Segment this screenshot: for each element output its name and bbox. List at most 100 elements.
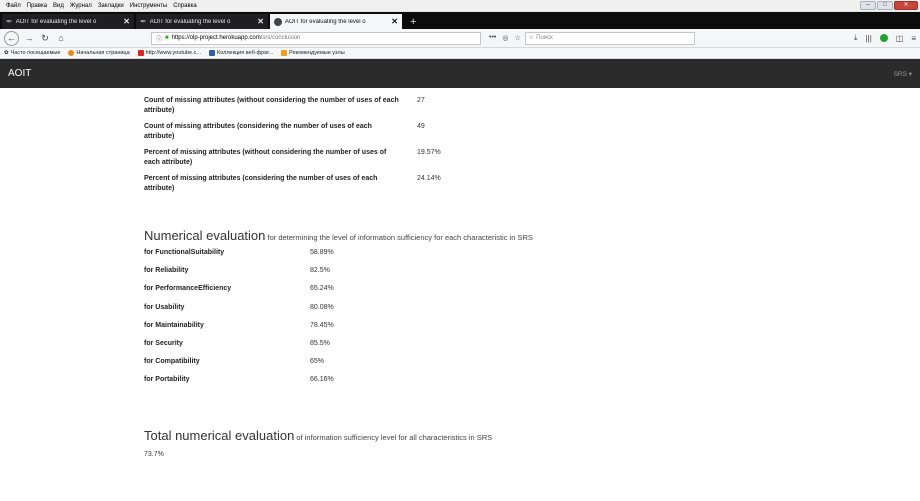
address-bar[interactable]: ⓘ ■ https://olp-project.herokuapp.com/sr… [151, 31, 481, 45]
site-icon [274, 17, 282, 26]
characteristic-label: for Security [144, 340, 183, 347]
srs-dropdown[interactable]: SRS ▾ [894, 70, 912, 78]
maximize-button[interactable]: □ [877, 1, 893, 10]
downloads-icon[interactable]: ⤓ [854, 33, 858, 43]
characteristic-value: 78.45% [310, 322, 334, 329]
home-icon[interactable]: ⌂ [55, 32, 67, 44]
menu-view[interactable]: Вид [50, 3, 67, 9]
back-arrow-icon[interactable]: ← [4, 30, 19, 46]
bookmark-youtube[interactable]: http://www.youtube.c... [137, 50, 201, 56]
metric-label: Count of missing attributes (without con… [144, 97, 399, 114]
close-tab-icon[interactable]: ✕ [123, 17, 130, 26]
characteristic-value: 65.24% [310, 285, 334, 292]
characteristic-label: for FunctionalSuitability [144, 249, 225, 256]
navigation-toolbar: ← → ↻ ⌂ ⓘ ■ https://olp-project.herokuap… [0, 29, 920, 48]
menu-file[interactable]: Файл [0, 3, 24, 9]
url-path: /srs/conclusion [260, 35, 301, 41]
total-value: 73.7% [144, 451, 164, 458]
bookmark-suggested-sites[interactable]: Рекомендуемые узлы [281, 50, 345, 56]
bookmark-web-slices[interactable]: Коллекция веб-фраг... [208, 50, 274, 56]
web-slice-icon [208, 50, 215, 56]
sidebar-icon[interactable]: ◫ [896, 34, 904, 43]
heading-title: Numerical evaluation [144, 228, 266, 243]
pocket-icon[interactable]: ◎ [502, 34, 508, 42]
metric-value: 27 [417, 97, 425, 104]
menu-edit[interactable]: Правка [24, 3, 50, 9]
firefox-icon [68, 50, 75, 56]
gear-icon: ✿ [4, 50, 9, 56]
characteristic-label: for PerformanceEfficiency [144, 285, 232, 292]
characteristic-value: 66.16% [310, 376, 334, 383]
more-actions-icon[interactable]: ••• [489, 34, 496, 42]
conclusion-content: Count of missing attributes (without con… [0, 88, 920, 501]
tab-title: AOIT for evaluating the level o [149, 18, 231, 25]
browser-tab-3[interactable]: AOIT for evaluating the level o ✕ [270, 14, 402, 29]
characteristic-label: for Reliability [144, 267, 189, 274]
bookmark-star-icon[interactable]: ☆ [514, 34, 520, 42]
characteristic-label: for Portability [144, 376, 190, 383]
info-icon[interactable]: ⓘ [156, 34, 162, 43]
heading-title: Total numerical evaluation [144, 428, 295, 443]
tab-title: AOIT for evaluating the level o [15, 18, 97, 25]
search-placeholder: Поиск [536, 35, 553, 41]
page-actions: ••• ◎ ☆ [489, 34, 521, 42]
metric-label: Count of missing attributes (considering… [144, 123, 372, 140]
browser-tab-1[interactable]: ✒ AOIT for evaluating the level o ✕ [2, 14, 134, 29]
characteristic-value: 85.5% [310, 340, 330, 347]
metric-label: Percent of missing attributes (consideri… [144, 175, 378, 192]
characteristic-value: 58.89% [310, 249, 334, 256]
feather-icon: ✒ [140, 16, 147, 26]
bookmark-label: http://www.youtube.c... [145, 50, 201, 56]
metric-value: 24.14% [417, 175, 441, 182]
menu-history[interactable]: Журнал [67, 3, 95, 9]
characteristic-label: for Compatibility [144, 358, 200, 365]
library-icon[interactable]: ||| [866, 34, 872, 43]
numerical-evaluation-heading: Numerical evaluation for determining the… [144, 228, 533, 243]
close-tab-icon[interactable]: ✕ [257, 17, 264, 26]
menu-help[interactable]: Справка [170, 3, 200, 9]
reload-icon[interactable]: ↻ [39, 32, 51, 44]
menu-bookmarks[interactable]: Закладки [95, 3, 127, 9]
bookmark-label: Рекомендуемые узлы [289, 50, 345, 56]
toolbar-icons: ⤓ ||| ◫ ≡ [854, 33, 916, 43]
feather-icon: ✒ [6, 16, 13, 26]
browser-tab-2[interactable]: ✒ AOIT for evaluating the level o ✕ [136, 14, 268, 29]
heading-subtitle: of information sufficiency level for all… [296, 433, 493, 442]
app-navbar: AOIT SRS ▾ [0, 59, 920, 88]
bookmark-label: Начальная страница [76, 50, 130, 56]
metric-value: 49 [417, 123, 425, 130]
window-controls: – □ ✕ [860, 1, 918, 10]
metric-value: 19.57% [417, 149, 441, 156]
url-host: https://olp-project.herokuapp.com [171, 35, 261, 41]
characteristic-value: 82.5% [310, 267, 330, 274]
bookmarks-toolbar: ✿ Часто посещаемые Начальная страница htt… [0, 48, 920, 59]
browser-menubar: Файл Правка Вид Журнал Закладки Инструме… [0, 0, 920, 12]
metric-label: Percent of missing attributes (without c… [144, 149, 387, 166]
characteristic-value: 80.08% [310, 304, 334, 311]
suggested-sites-icon [281, 50, 288, 56]
search-icon: ⌕ [529, 34, 534, 41]
close-window-button[interactable]: ✕ [894, 1, 918, 10]
bookmark-start-page[interactable]: Начальная страница [68, 50, 130, 56]
characteristic-label: for Usability [144, 304, 185, 311]
hamburger-menu-icon[interactable]: ≡ [911, 34, 916, 43]
minimize-button[interactable]: – [860, 1, 876, 10]
youtube-icon [137, 50, 144, 56]
menu-tools[interactable]: Инструменты [127, 3, 170, 9]
new-tab-button[interactable]: + [404, 14, 422, 29]
close-tab-icon[interactable]: ✕ [391, 17, 398, 26]
search-input[interactable]: ⌕ Поиск [524, 31, 695, 45]
app-brand[interactable]: AOIT [8, 68, 31, 79]
tab-title: AOIT for evaluating the level o [285, 18, 366, 25]
tab-strip: ✒ AOIT for evaluating the level o ✕ ✒ AO… [0, 12, 920, 29]
heading-subtitle: for determining the level of information… [267, 233, 533, 242]
characteristic-label: for Maintainability [144, 322, 204, 329]
extension-icon[interactable] [879, 34, 888, 42]
lock-icon: ■ [165, 35, 169, 41]
forward-arrow-icon[interactable]: → [23, 32, 35, 44]
bookmark-label: Часто посещаемые [10, 50, 61, 56]
bookmark-label: Коллекция веб-фраг... [216, 50, 274, 56]
bookmark-most-visited[interactable]: ✿ Часто посещаемые [4, 50, 60, 56]
total-evaluation-heading: Total numerical evaluation of informatio… [144, 428, 492, 443]
characteristic-value: 65% [310, 358, 325, 365]
